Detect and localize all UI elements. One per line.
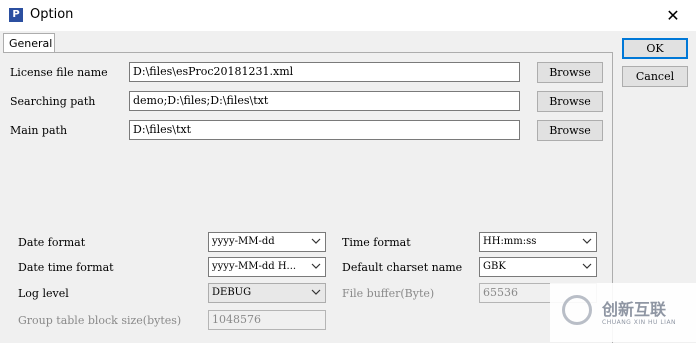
date-time-format-label: Date time format (18, 261, 114, 274)
time-format-select[interactable]: HH:mm:ss (479, 232, 597, 252)
cancel-button[interactable]: Cancel (622, 66, 688, 87)
searching-path-input[interactable]: demo;D:\files;D:\files\txt (129, 91, 520, 111)
date-time-format-value: yyyy-MM-dd H... (212, 261, 297, 272)
searching-browse-button[interactable]: Browse (537, 91, 603, 112)
log-level-value: DEBUG (212, 287, 252, 298)
default-charset-label: Default charset name (342, 261, 463, 274)
title-bar: P Option ✕ (0, 0, 696, 31)
app-icon: P (9, 8, 23, 22)
close-icon[interactable]: ✕ (650, 0, 696, 31)
time-format-label: Time format (342, 236, 411, 249)
chevron-down-icon (311, 238, 321, 244)
ok-button[interactable]: OK (622, 38, 688, 59)
time-format-value: HH:mm:ss (483, 236, 537, 247)
chevron-down-icon (311, 263, 321, 269)
default-charset-value: GBK (483, 261, 506, 272)
main-path-label: Main path (10, 124, 68, 137)
license-browse-button[interactable]: Browse (537, 62, 603, 83)
watermark: 创新互联 CHUANG XIN HU LIAN (550, 283, 696, 342)
date-format-value: yyyy-MM-dd (212, 236, 275, 247)
group-table-block-size-input: 1048576 (208, 310, 326, 330)
date-format-select[interactable]: yyyy-MM-dd (208, 232, 326, 252)
chevron-down-icon (582, 238, 592, 244)
watermark-subtext: CHUANG XIN HU LIAN (602, 319, 677, 326)
searching-path-label: Searching path (10, 95, 96, 108)
tab-general[interactable]: General (3, 33, 55, 53)
watermark-text: 创新互联 (602, 300, 667, 319)
window-title: Option (30, 7, 74, 22)
license-file-label: License file name (10, 66, 108, 79)
group-table-block-size-label: Group table block size(bytes) (18, 314, 182, 327)
main-browse-button[interactable]: Browse (537, 120, 603, 141)
watermark-logo-icon (562, 295, 592, 325)
log-level-label: Log level (18, 287, 69, 300)
date-format-label: Date format (18, 236, 86, 249)
chevron-down-icon (582, 263, 592, 269)
date-time-format-select[interactable]: yyyy-MM-dd H... (208, 257, 326, 277)
license-file-input[interactable]: D:\files\esProc20181231.xml (129, 62, 520, 82)
file-buffer-label: File buffer(Byte) (342, 287, 435, 300)
default-charset-select[interactable]: GBK (479, 257, 597, 277)
main-path-input[interactable]: D:\files\txt (129, 120, 520, 140)
log-level-select[interactable]: DEBUG (208, 283, 326, 303)
chevron-down-icon (311, 289, 321, 295)
